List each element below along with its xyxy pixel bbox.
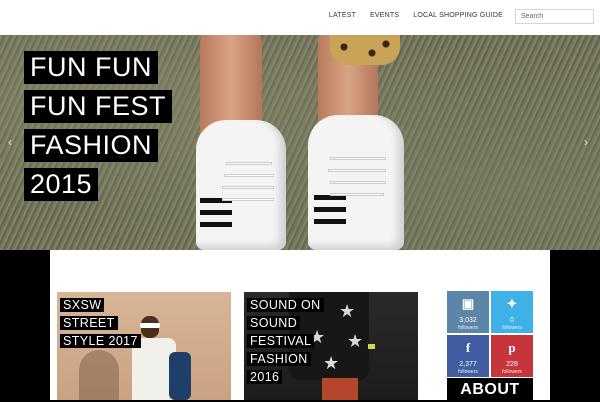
post-card-sound-on-sound[interactable]: ★ ★ ★ ★ SOUND ON SOUND FESTIVAL FASHION … <box>244 292 418 400</box>
post-image-shadow <box>79 350 119 400</box>
pinterest-tile[interactable]: p 228 followers <box>491 335 533 377</box>
hero-image-sneaker-right <box>308 115 404 250</box>
hero-title-line: FASHION <box>24 129 159 162</box>
star-icon: ★ <box>323 353 340 373</box>
chevron-right-icon[interactable]: › <box>584 135 588 149</box>
chevron-left-icon[interactable]: ‹ <box>8 135 12 149</box>
post-image-tights <box>322 378 358 400</box>
star-icon: ★ <box>347 331 364 351</box>
hero-image-sneaker-left <box>196 120 286 250</box>
instagram-icon: ▣ <box>461 296 475 311</box>
hero-title-line: FUN FUN <box>24 51 158 84</box>
nav-events-link[interactable]: EVENTS <box>370 12 399 19</box>
post-image-bracelet <box>368 344 375 349</box>
search-input[interactable] <box>515 9 594 24</box>
post-title-line: SOUND ON <box>247 298 324 312</box>
post-title-line: STREET <box>60 316 118 330</box>
nav-local-shopping-guide-link[interactable]: LOCAL SHOPPING GUIDE <box>413 12 503 19</box>
post-title-line: SXSW <box>60 298 105 312</box>
hero-title-line: FUN FEST <box>24 90 172 123</box>
pinterest-label: followers <box>502 369 522 375</box>
star-icon: ★ <box>339 301 356 321</box>
post-card-sxsw[interactable]: SXSW STREET STYLE 2017 <box>57 292 231 400</box>
post-image-sunglasses <box>140 323 160 328</box>
post-title-line: STYLE 2017 <box>60 334 141 348</box>
facebook-tile[interactable]: f 2,377 followers <box>447 335 489 377</box>
twitter-label: followers <box>502 325 522 331</box>
post-title-line: FESTIVAL <box>247 334 315 348</box>
twitter-tile[interactable]: ✦ 0 followers <box>491 291 533 333</box>
pinterest-count: 228 <box>506 361 518 368</box>
hero-image-leopard-print <box>330 35 400 65</box>
post-title-line: SOUND <box>247 316 301 330</box>
post-card-title[interactable]: SXSW STREET STYLE 2017 <box>60 296 141 350</box>
about-heading: ABOUT <box>447 378 533 400</box>
post-title-line: FASHION <box>247 352 311 366</box>
instagram-tile[interactable]: ▣ 3,032 followers <box>447 291 489 333</box>
main-nav: LATEST EVENTS LOCAL SHOPPING GUIDE <box>315 12 503 19</box>
pinterest-icon: p <box>508 340 516 355</box>
hero-title[interactable]: FUN FUN FUN FEST FASHION 2015 <box>24 51 172 207</box>
twitter-count: 0 <box>510 317 514 324</box>
post-title-line: 2016 <box>247 370 283 384</box>
instagram-count: 3,032 <box>459 317 477 324</box>
instagram-label: followers <box>458 325 478 331</box>
twitter-icon: ✦ <box>506 296 518 311</box>
facebook-count: 2,377 <box>459 361 477 368</box>
hero-slider[interactable]: FUN FUN FUN FEST FASHION 2015 ‹ › <box>0 35 600 250</box>
post-image-backpack <box>169 352 191 400</box>
post-card-title[interactable]: SOUND ON SOUND FESTIVAL FASHION 2016 <box>247 296 324 386</box>
facebook-label: followers <box>458 369 478 375</box>
facebook-icon: f <box>465 340 471 355</box>
nav-latest-link[interactable]: LATEST <box>329 12 356 19</box>
hero-title-line: 2015 <box>24 168 99 201</box>
top-bar: LATEST EVENTS LOCAL SHOPPING GUIDE <box>0 0 600 35</box>
